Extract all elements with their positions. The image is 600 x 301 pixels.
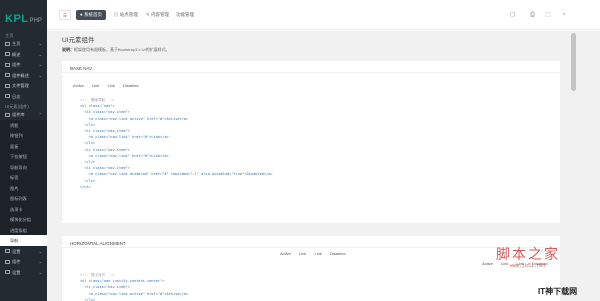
sidebar-item-log[interactable]: 日志 [0,91,47,102]
sidebar-subitem[interactable]: 导航导向 [0,161,47,172]
logo-main-text: KPL [5,13,29,25]
sidebar-item-config[interactable]: 设置 ⌄ [0,267,47,278]
description-label: 说明： [62,47,74,52]
sidebar-item-label: 组件 [12,62,21,67]
nav-link-active[interactable]: Active [280,251,291,256]
sidebar-subitem-active[interactable]: 导航 [0,235,47,246]
folder-icon [5,83,10,88]
chevron-down-icon: ⌄ [38,51,42,57]
page-title: UI元素组件 [62,37,95,44]
sidebar-item-settings[interactable]: 设置 ⌄ [0,246,47,257]
sidebar-item-label: 主页 [12,41,21,46]
page-header: UI元素组件 说明：框架使用有限模板，基于Bootstrap3.x UI的扩展样… [62,34,170,53]
sidebar-subitem[interactable]: 按钮列 [0,130,47,141]
nav-link[interactable]: Link [315,251,322,256]
sidebar-item-label: 文件管理 [12,83,29,88]
sidebar-item-ui-library[interactable]: 组件库 ⌃ [0,109,47,120]
nav-link-disabled: Disabled [329,251,346,256]
watermark: 脚本之家 www.jb51.net [466,244,590,269]
chevron-down-icon: ⌄ [38,41,42,46]
chevron-down-icon: ⌄ [38,248,42,254]
logo[interactable]: KPLPHP [0,0,47,30]
sidebar-item-overview[interactable]: 概述 ⌄ [0,49,47,60]
user-icon[interactable]: ◔ [562,11,566,19]
sidebar-group-main: 主页 [5,33,14,38]
description-text: 框架使用有限模板，基于Bootstrap3.x UI的扩展样式。 [74,47,170,52]
sidebar-subitem[interactable]: 标签 [0,172,47,183]
code-sample: <!-- 居中对齐 --> <ul class="nav justify-cont… [80,272,188,301]
tab-home[interactable]: ● 系统首页 [76,10,106,20]
code-line: <a class="nav-link active" href="#">Acti… [80,291,189,296]
home-icon [5,41,10,46]
grid-icon [5,52,10,56]
chevron-down-icon: ⌄ [38,269,42,275]
chevron-up-icon: ⌃ [38,112,42,117]
sidebar-item-label: 组件 [12,259,21,264]
sidebar: KPLPHP 主页 主页 ⌄ 概述 ⌄ 组件 ⌄ 组件概述 ⌄ 文件管理 日志 UI元素… [0,0,47,301]
corner-watermark: IT神下载网 [538,287,578,296]
nav-link-disabled: Disabled [122,83,139,88]
sidebar-item-files[interactable]: 文件管理 [0,80,47,91]
sidebar-item-component-overview[interactable]: 组件概述 ⌄ [0,70,47,81]
lock-icon[interactable]: ⬚ [545,11,551,19]
logo-sub-text: PHP [29,18,42,24]
sidebar-subitem[interactable]: 面板 [0,140,47,151]
top-bar: ☰ ● 系统首页 ▤ 站点管理 ✎ 内容管理 功能管理 ◻ ⎙ ⬚ ◔ [47,0,600,30]
widget-icon [5,259,10,264]
sidebar-subitem[interactable]: 下拉按钮 [0,151,47,162]
sidebar-item-label: 组件概述 [12,72,29,78]
chevron-down-icon: ⌄ [38,72,42,78]
tab-content-management[interactable]: ✎ 内容管理 [146,10,169,20]
sidebar-item-home[interactable]: 主页 ⌄ [0,38,47,49]
sidebar-item-label: 设置 [12,269,21,275]
card-title: BASE NAV [62,61,560,73]
nav-link-active[interactable]: Active [73,83,84,88]
sidebar-subitem[interactable]: 阴影 [0,119,47,130]
calendar-icon [5,94,10,98]
sidebar-subitem[interactable]: 选项卡 [0,203,47,214]
code-line: </li> [80,297,96,301]
nav-link[interactable]: Link [299,251,306,256]
sidebar-item-label: 设置 [12,248,21,254]
chevron-down-icon: ⌄ [38,62,42,67]
code-sample: <!-- 基础导航 --> <ul class="nav"> <li class=… [80,97,273,190]
sliders-icon [5,270,10,274]
gear-icon [5,249,10,253]
sidebar-subitem[interactable]: 图标列表 [0,193,47,204]
demo-nav: Active Link Link Disabled [73,83,146,88]
layers-icon [5,62,10,67]
nav-link[interactable]: Link [92,83,99,88]
fullscreen-icon[interactable]: ◻ [510,11,515,19]
tab-site-management[interactable]: ▤ 站点管理 [114,10,138,20]
sidebar-item-label: 日志 [12,93,21,99]
sidebar-group-ui: UI元素(组件) [5,104,29,109]
code-line: </ul> [80,184,91,189]
sidebar-item-components[interactable]: 组件 ⌄ [0,59,47,70]
watermark-title: 脚本之家 [496,247,560,263]
code-line: <a class="nav-link disabled" href="#" ta… [80,172,273,177]
sidebar-subitem[interactable]: 模块化分组 [0,214,47,225]
tab-function-management[interactable]: 功能管理 [176,10,194,20]
sidebar-subitem[interactable]: 图片 [0,182,47,193]
chevron-down-icon: ⌄ [38,259,42,264]
center-nav: Active Link Link Disabled [280,251,353,256]
page-description: 说明：框架使用有限模板，基于Bootstrap3.x UI的扩展样式。 [62,47,170,53]
scrollbar-thumb[interactable] [571,33,576,91]
base-nav-card: BASE NAV Active Link Link Disabled <!-- … [62,61,560,223]
file-icon [5,73,10,77]
sidebar-item-label: 概述 [12,51,21,57]
puzzle-icon [5,112,10,117]
clear-cache-icon[interactable]: ⎙ [530,11,535,19]
menu-toggle-button[interactable]: ☰ [59,10,71,20]
sidebar-item-widgets[interactable]: 组件 ⌄ [0,256,47,267]
nav-link[interactable]: Link [108,83,115,88]
sidebar-item-label: 组件库 [12,112,25,117]
sidebar-subitem[interactable]: 进度条组 [0,224,47,235]
